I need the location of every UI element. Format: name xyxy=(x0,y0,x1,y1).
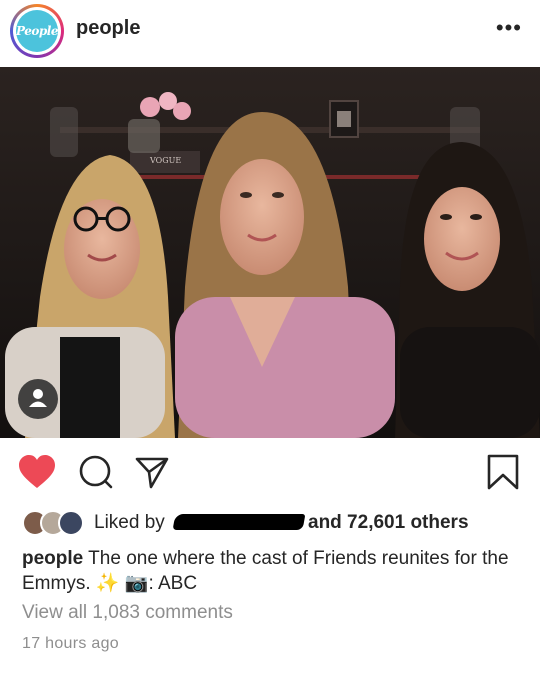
post-username[interactable]: people xyxy=(76,17,140,40)
post-header: People people ••• xyxy=(0,0,540,64)
likes-row[interactable]: Liked by and 72,601 others xyxy=(22,508,522,536)
post-actions xyxy=(0,450,540,500)
tagged-user-icon[interactable] xyxy=(18,379,58,419)
likes-count[interactable]: and 72,601 others xyxy=(308,512,469,534)
caption-text: The one where the cast of Friends reunit… xyxy=(22,548,509,594)
vogue-text: VOGUE xyxy=(149,156,181,165)
liker-avatar xyxy=(58,510,84,536)
comment-icon[interactable] xyxy=(78,454,114,495)
post-caption: people The one where the cast of Friends… xyxy=(22,546,522,596)
people-logo: People xyxy=(16,10,58,52)
post-image[interactable]: VOGUE xyxy=(0,67,540,438)
redacted-username xyxy=(172,514,306,530)
profile-avatar[interactable]: People xyxy=(10,4,64,58)
liked-by-label: Liked by xyxy=(94,512,165,533)
bookmark-icon[interactable] xyxy=(486,454,520,495)
more-options-icon[interactable]: ••• xyxy=(496,17,522,39)
liker-avatars xyxy=(22,510,86,536)
view-comments-link[interactable]: View all 1,083 comments xyxy=(22,602,233,624)
post-timestamp: 17 hours ago xyxy=(22,635,120,652)
share-icon[interactable] xyxy=(134,454,170,495)
like-heart-icon[interactable] xyxy=(18,454,56,495)
caption-username[interactable]: people xyxy=(22,548,83,569)
